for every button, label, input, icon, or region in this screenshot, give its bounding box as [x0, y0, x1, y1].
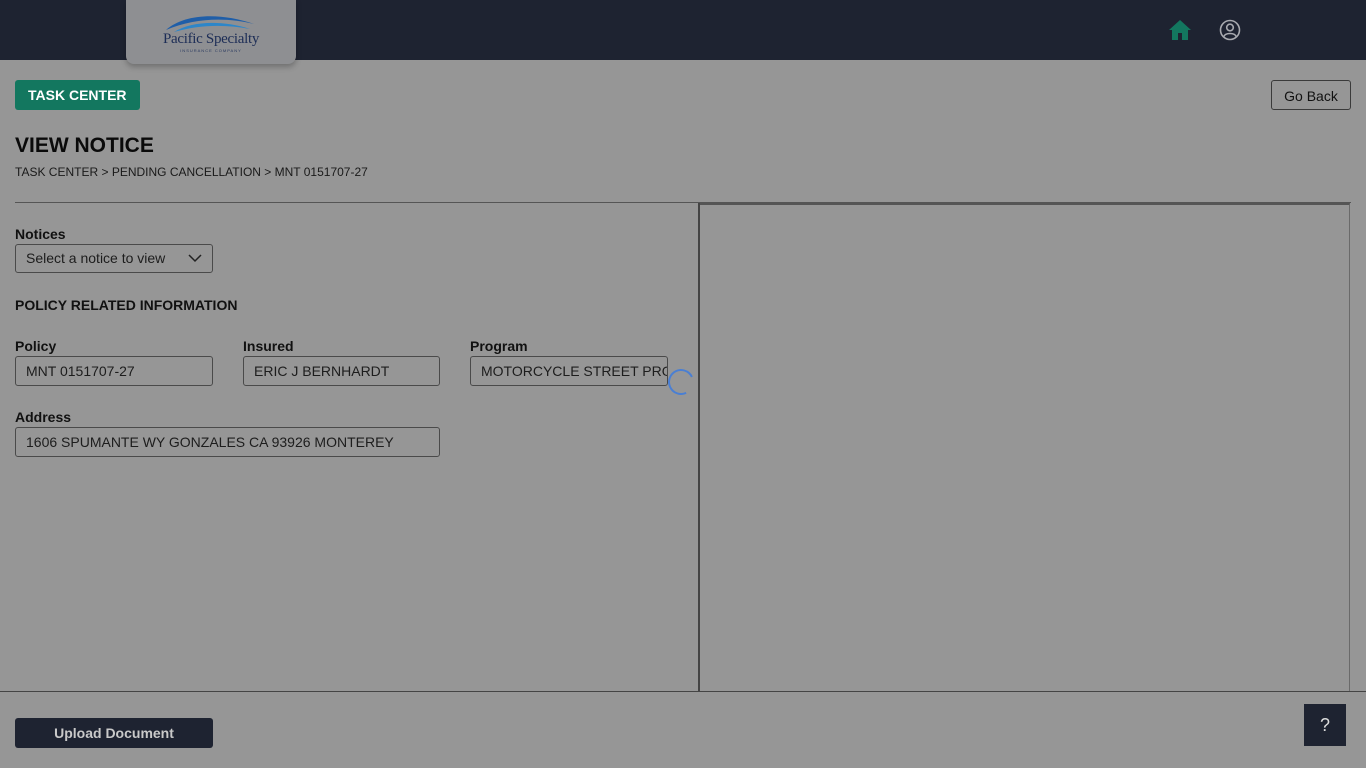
address-field[interactable]: 1606 SPUMANTE WY GONZALES CA 93926 MONTE…: [15, 427, 440, 457]
breadcrumb-item-policy: MNT 0151707-27: [274, 165, 368, 179]
company-logo[interactable]: Pacific Specialty INSURANCE COMPANY: [126, 0, 296, 64]
program-label: Program: [470, 338, 528, 354]
policy-field[interactable]: MNT 0151707-27: [15, 356, 213, 386]
page-title: VIEW NOTICE: [15, 134, 154, 157]
logo-subtext: INSURANCE COMPANY: [180, 48, 242, 53]
user-circle-icon[interactable]: [1219, 19, 1241, 41]
logo-text: Pacific Specialty: [162, 31, 260, 47]
address-label: Address: [15, 409, 72, 425]
loading-spinner-icon: [664, 365, 698, 399]
notice-select[interactable]: Select a notice to view: [15, 244, 213, 273]
insured-field[interactable]: ERIC J BERNHARDT: [243, 356, 440, 386]
chevron-down-icon: [188, 254, 202, 263]
breadcrumb-separator: >: [98, 165, 112, 179]
insured-label: Insured: [243, 338, 294, 354]
footer-divider: [0, 691, 1366, 692]
policy-label: Policy: [15, 338, 57, 354]
go-back-button[interactable]: Go Back: [1271, 80, 1351, 110]
breadcrumb: TASK CENTER > PENDING CANCELLATION > MNT…: [15, 165, 368, 179]
breadcrumb-separator: >: [260, 165, 275, 179]
top-navigation-bar: Pacific Specialty INSURANCE COMPANY: [0, 0, 1366, 64]
notice-select-value: Select a notice to view: [26, 250, 166, 266]
notices-label: Notices: [15, 226, 66, 242]
home-icon[interactable]: [1168, 18, 1192, 42]
policy-section-title: POLICY RELATED INFORMATION: [15, 297, 238, 313]
breadcrumb-item-task-center[interactable]: TASK CENTER: [15, 165, 98, 179]
notice-viewer-panel: [700, 203, 1350, 692]
breadcrumb-item-pending-cancellation[interactable]: PENDING CANCELLATION: [112, 165, 261, 179]
upload-document-button[interactable]: Upload Document: [15, 718, 213, 748]
task-center-button[interactable]: TASK CENTER: [15, 80, 140, 110]
program-field[interactable]: MOTORCYCLE STREET PROGRAM: [470, 356, 668, 386]
help-button[interactable]: ?: [1304, 704, 1346, 746]
